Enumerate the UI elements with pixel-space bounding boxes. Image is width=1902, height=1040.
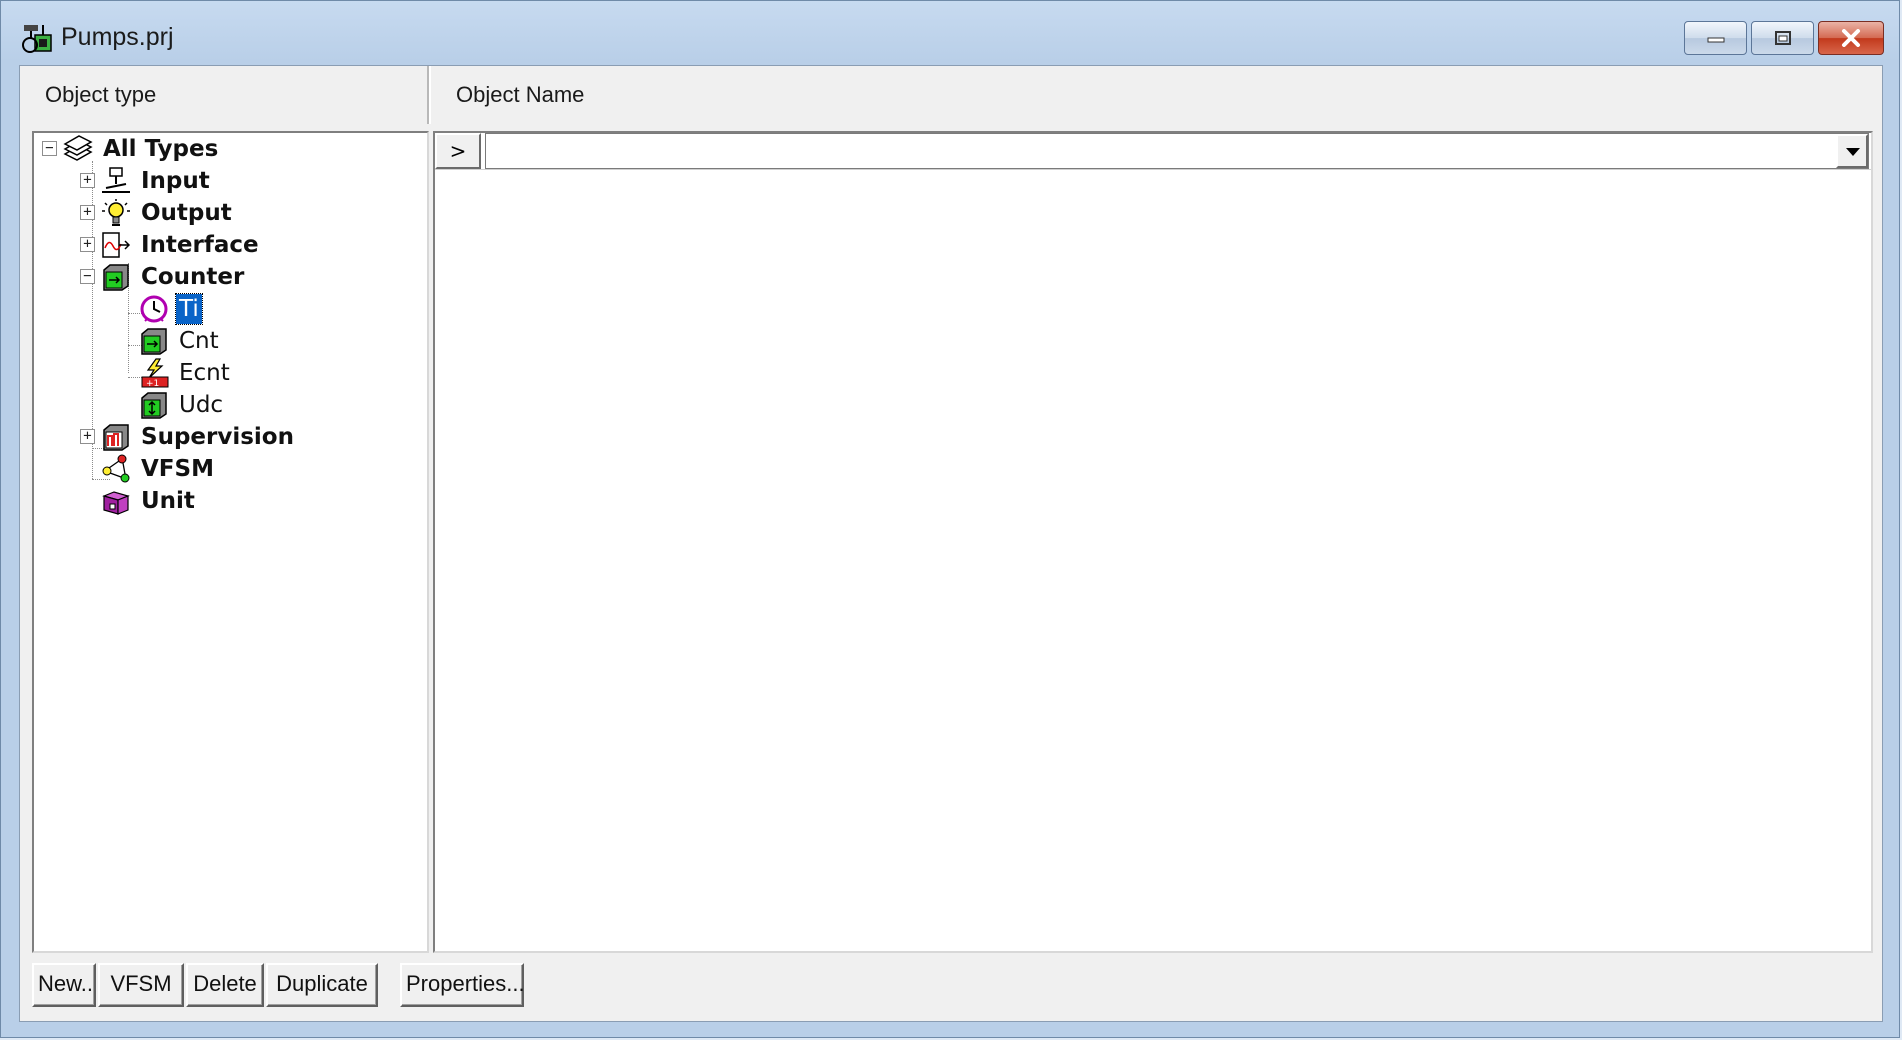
- tree-item-label: Input: [141, 168, 210, 194]
- clock-icon: [140, 295, 168, 323]
- unit-box-icon: [102, 491, 130, 515]
- interface-icon: [102, 232, 131, 258]
- tree-item-all-types[interactable]: All Types: [62, 134, 221, 164]
- object-name-combobox[interactable]: [485, 133, 1869, 169]
- close-button[interactable]: [1818, 21, 1884, 55]
- project-icon: [22, 25, 52, 53]
- tree-item-label: Interface: [141, 232, 259, 258]
- tree-item-label: Ti: [175, 293, 203, 325]
- event-counter-icon: +1: [141, 358, 169, 388]
- svg-text:+1: +1: [146, 379, 159, 388]
- minimize-button[interactable]: [1684, 21, 1747, 55]
- tree-item-label: Counter: [141, 264, 245, 290]
- tree-item-label: Cnt: [179, 328, 219, 354]
- tree-item-unit[interactable]: Unit: [100, 486, 198, 516]
- tree-item-counter[interactable]: Counter: [100, 262, 247, 292]
- supervision-icon: [103, 424, 129, 451]
- object-list-pane[interactable]: >: [433, 131, 1873, 953]
- tree-item-ti[interactable]: Ti: [138, 293, 203, 325]
- chevron-down-icon[interactable]: [1836, 134, 1868, 168]
- vfsm-button[interactable]: VFSM: [98, 963, 184, 1007]
- new-button[interactable]: New..: [32, 963, 96, 1007]
- main-window: Pumps.prj Object type Object Name − + + …: [0, 0, 1900, 1038]
- tree-item-output[interactable]: Output: [100, 198, 235, 228]
- divider: [435, 169, 1871, 170]
- tree-item-label: All Types: [103, 136, 219, 162]
- object-type-header: Object type: [20, 66, 429, 124]
- tree-item-input[interactable]: Input: [100, 166, 213, 196]
- go-button[interactable]: >: [435, 133, 481, 169]
- expand-icon[interactable]: +: [80, 429, 95, 444]
- tree-item-cnt[interactable]: Cnt: [138, 326, 222, 356]
- object-name-header: Object Name: [456, 82, 585, 107]
- tree-item-label: Supervision: [141, 424, 294, 450]
- tree-item-label: VFSM: [141, 456, 214, 482]
- object-type-tree[interactable]: − + + + − + All Types Input Output Inter…: [32, 131, 429, 953]
- expand-icon[interactable]: +: [80, 237, 95, 252]
- client-area: Object type Object Name − + + + − + All …: [19, 65, 1883, 1022]
- properties-button[interactable]: Properties...: [400, 963, 525, 1007]
- expand-icon[interactable]: +: [80, 173, 95, 188]
- expand-icon[interactable]: +: [80, 205, 95, 220]
- tree-item-label: Output: [141, 200, 232, 226]
- tree-item-label: Unit: [141, 488, 195, 514]
- stack-icon: [63, 135, 93, 161]
- tree-item-ecnt[interactable]: +1 Ecnt: [138, 358, 233, 388]
- input-switch-icon: [102, 167, 130, 193]
- title-bar[interactable]: Pumps.prj: [1, 1, 1899, 65]
- tree-item-supervision[interactable]: Supervision: [100, 422, 297, 452]
- state-machine-icon: [102, 454, 130, 483]
- collapse-icon[interactable]: −: [80, 269, 95, 284]
- counter-icon: [103, 264, 129, 291]
- window-title: Pumps.prj: [61, 23, 174, 51]
- restore-button[interactable]: [1751, 21, 1814, 55]
- counter-icon: [141, 328, 167, 355]
- lightbulb-icon: [102, 199, 130, 226]
- delete-button[interactable]: Delete: [186, 963, 264, 1007]
- collapse-icon[interactable]: −: [42, 141, 57, 156]
- duplicate-button[interactable]: Duplicate: [266, 963, 378, 1007]
- up-down-counter-icon: [141, 392, 167, 419]
- minimize-icon: [1707, 37, 1724, 43]
- tree-item-vfsm[interactable]: VFSM: [100, 454, 217, 484]
- close-icon: [1842, 29, 1860, 47]
- tree-item-label: Ecnt: [179, 360, 230, 386]
- restore-icon: [1774, 31, 1791, 45]
- tree-item-interface[interactable]: Interface: [100, 230, 262, 260]
- tree-item-label: Udc: [179, 392, 224, 418]
- tree-item-udc[interactable]: Udc: [138, 390, 226, 420]
